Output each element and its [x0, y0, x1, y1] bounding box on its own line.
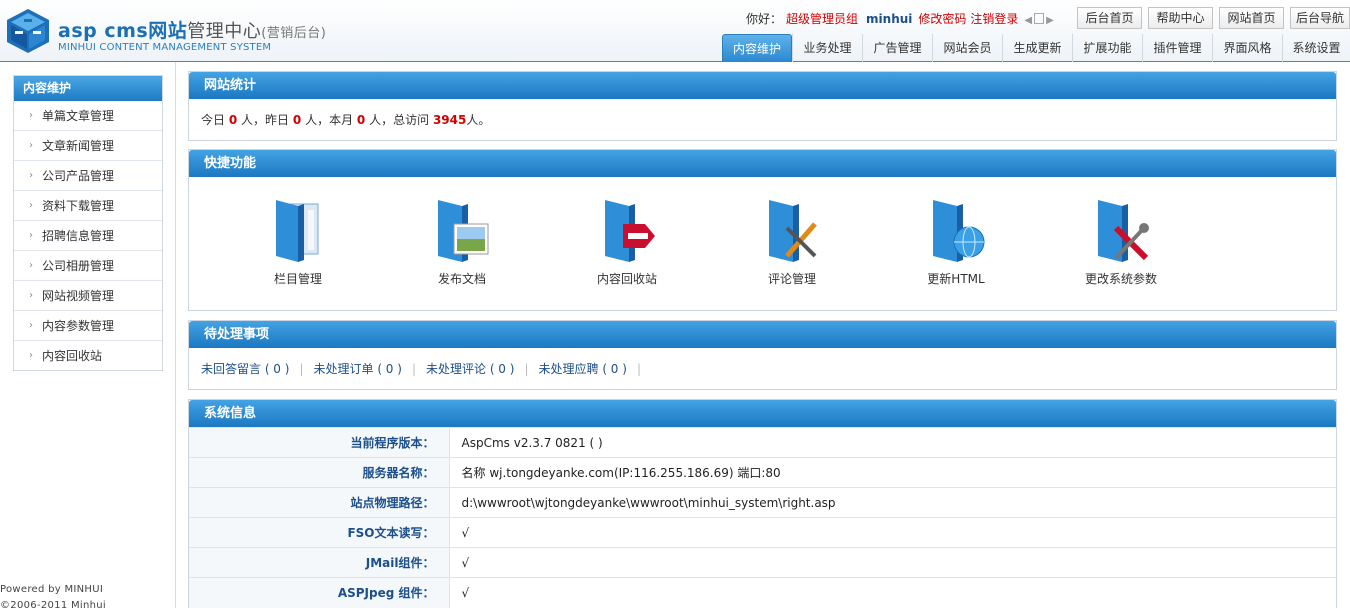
table-row: FSO文本读写： √	[189, 517, 1336, 548]
chevron-right-icon: ›	[29, 140, 33, 151]
header: asp cms网站管理中心(营销后台) MINHUI CONTENT MANAG…	[0, 0, 1350, 62]
user-group-link[interactable]: 超级管理员组	[786, 12, 858, 26]
table-row: 服务器名称： 名称 wj.tongdeyanke.com(IP:116.255.1…	[189, 457, 1336, 488]
tab-theme[interactable]: 界面风格	[1212, 34, 1282, 62]
chevron-right-icon: ›	[29, 170, 33, 181]
user-bar: 你好： 超级管理员组 minhui 修改密码 注销登录 ◀ ▶	[746, 10, 1054, 27]
stats-body: 今日 0 人，昨日 0 人，本月 0 人，总访问 3945人。	[201, 113, 491, 127]
separator: |	[636, 362, 641, 376]
quick-item-columns[interactable]: 栏目管理	[253, 198, 343, 287]
chevron-right-icon: ›	[29, 230, 33, 241]
app-subtitle: MINHUI CONTENT MANAGEMENT SYSTEM	[58, 42, 272, 53]
table-row: 当前程序版本： AspCms v2.3.7 0821 ( )	[189, 427, 1336, 458]
quick-panel: 快捷功能 栏目管理 发布文档 内容回收站 评论管理 更新HTML 更改系统参数	[188, 149, 1337, 311]
tab-settings[interactable]: 系统设置	[1282, 34, 1350, 62]
sidebar-title: 内容维护	[14, 76, 162, 101]
stats-month: 0	[356, 113, 366, 127]
folder-delete-icon	[605, 200, 655, 262]
separator: |	[411, 362, 416, 376]
stats-total: 3945	[432, 113, 467, 127]
quick-item-update-html[interactable]: 更新HTML	[911, 198, 1001, 287]
tab-members[interactable]: 网站会员	[932, 34, 1002, 62]
sidebar-divider	[175, 62, 176, 608]
sysinfo-panel: 系统信息 当前程序版本： AspCms v2.3.7 0821 ( ) 服务器名称…	[188, 399, 1337, 608]
table-row: 站点物理路径： d:\wwwroot\wjtongdeyanke\wwwroot\…	[189, 487, 1336, 518]
table-row: ASPJpeg 组件： √	[189, 577, 1336, 608]
sysinfo-table: 当前程序版本： AspCms v2.3.7 0821 ( ) 服务器名称： 名称 w…	[189, 427, 1336, 608]
chevron-right-icon: ›	[29, 200, 33, 211]
stats-today: 0	[228, 113, 238, 127]
sidebar-item-news[interactable]: › 文章新闻管理	[14, 131, 162, 161]
chevron-right-icon: ›	[29, 110, 33, 121]
pending-unanswered-messages-link[interactable]: 未回答留言 ( 0 )	[201, 362, 289, 376]
sidebar-item-recycle[interactable]: › 内容回收站	[14, 341, 162, 371]
sysinfo-heading: 系统信息	[189, 400, 1336, 427]
tab-business[interactable]: 业务处理	[792, 34, 862, 62]
footer-powered: Powered by MINHUI	[0, 584, 104, 595]
chevron-right-icon[interactable]: ▶	[1046, 15, 1054, 26]
admin-home-button[interactable]: 后台首页	[1077, 7, 1142, 29]
stats-yesterday: 0	[292, 113, 302, 127]
chevron-right-icon: ›	[29, 260, 33, 271]
sidebar-item-downloads[interactable]: › 资料下载管理	[14, 191, 162, 221]
stats-panel: 网站统计 今日 0 人，昨日 0 人，本月 0 人，总访问 3945人。	[188, 71, 1337, 141]
folder-globe-icon	[933, 200, 985, 262]
folder-pen-icon	[769, 200, 817, 262]
tab-extensions[interactable]: 扩展功能	[1072, 34, 1142, 62]
chevron-right-icon: ›	[29, 350, 33, 361]
sidebar-item-jobs[interactable]: › 招聘信息管理	[14, 221, 162, 251]
quick-heading: 快捷功能	[189, 150, 1336, 177]
pending-orders-link[interactable]: 未处理订单 ( 0 )	[314, 362, 402, 376]
change-password-link[interactable]: 修改密码	[918, 12, 966, 26]
greeting-label: 你好：	[746, 12, 783, 26]
sidebar-item-products[interactable]: › 公司产品管理	[14, 161, 162, 191]
footer-copyright: ©2006-2011 Minhui	[0, 600, 106, 611]
pending-applications-link[interactable]: 未处理应聘 ( 0 )	[539, 362, 627, 376]
tab-generate[interactable]: 生成更新	[1002, 34, 1072, 62]
pending-heading: 待处理事项	[189, 321, 1336, 348]
pending-panel: 待处理事项 未回答留言 ( 0 ) | 未处理订单 ( 0 ) | 未处理评论 ( 0 …	[188, 320, 1337, 390]
admin-nav-button[interactable]: 后台导航	[1290, 7, 1350, 29]
quick-item-system-params[interactable]: 更改系统参数	[1071, 198, 1171, 287]
separator: |	[299, 362, 304, 376]
pending-comments-link[interactable]: 未处理评论 ( 0 )	[426, 362, 514, 376]
tab-content[interactable]: 内容维护	[722, 34, 792, 62]
folder-book-icon	[276, 200, 319, 262]
stats-heading: 网站统计	[189, 72, 1336, 99]
separator: |	[524, 362, 529, 376]
sidebar: 内容维护 › 单篇文章管理 › 文章新闻管理 › 公司产品管理 › 资料下载管理 › 招聘…	[13, 75, 163, 371]
chevron-right-icon: ›	[29, 320, 33, 331]
footer: Powered by MINHUI ©2006-2011 Minhui	[0, 584, 106, 611]
pending-body: 未回答留言 ( 0 ) | 未处理订单 ( 0 ) | 未处理评论 ( 0 ) | 未处理应…	[189, 348, 1336, 377]
sidebar-item-single-article[interactable]: › 单篇文章管理	[14, 101, 162, 131]
folder-tools-icon	[1098, 200, 1149, 262]
table-row: JMail组件： √	[189, 547, 1336, 578]
toggle-box-icon[interactable]	[1034, 13, 1045, 24]
chevron-left-icon[interactable]: ◀	[1024, 15, 1032, 26]
folder-image-icon	[438, 200, 489, 262]
tab-ads[interactable]: 广告管理	[862, 34, 932, 62]
sidebar-item-album[interactable]: › 公司相册管理	[14, 251, 162, 281]
help-center-button[interactable]: 帮助中心	[1148, 7, 1213, 29]
tab-plugins[interactable]: 插件管理	[1142, 34, 1212, 62]
logout-link[interactable]: 注销登录	[970, 12, 1018, 26]
quick-item-comments[interactable]: 评论管理	[747, 198, 837, 287]
sidebar-item-params[interactable]: › 内容参数管理	[14, 311, 162, 341]
logo-icon	[7, 9, 49, 53]
chevron-right-icon: ›	[29, 290, 33, 301]
sidebar-item-video[interactable]: › 网站视频管理	[14, 281, 162, 311]
quick-item-recycle[interactable]: 内容回收站	[582, 198, 672, 287]
username-label: minhui	[866, 12, 913, 26]
app-title: asp cms网站管理中心(营销后台)	[58, 20, 327, 42]
quick-item-publish[interactable]: 发布文档	[417, 198, 507, 287]
site-home-button[interactable]: 网站首页	[1219, 7, 1284, 29]
